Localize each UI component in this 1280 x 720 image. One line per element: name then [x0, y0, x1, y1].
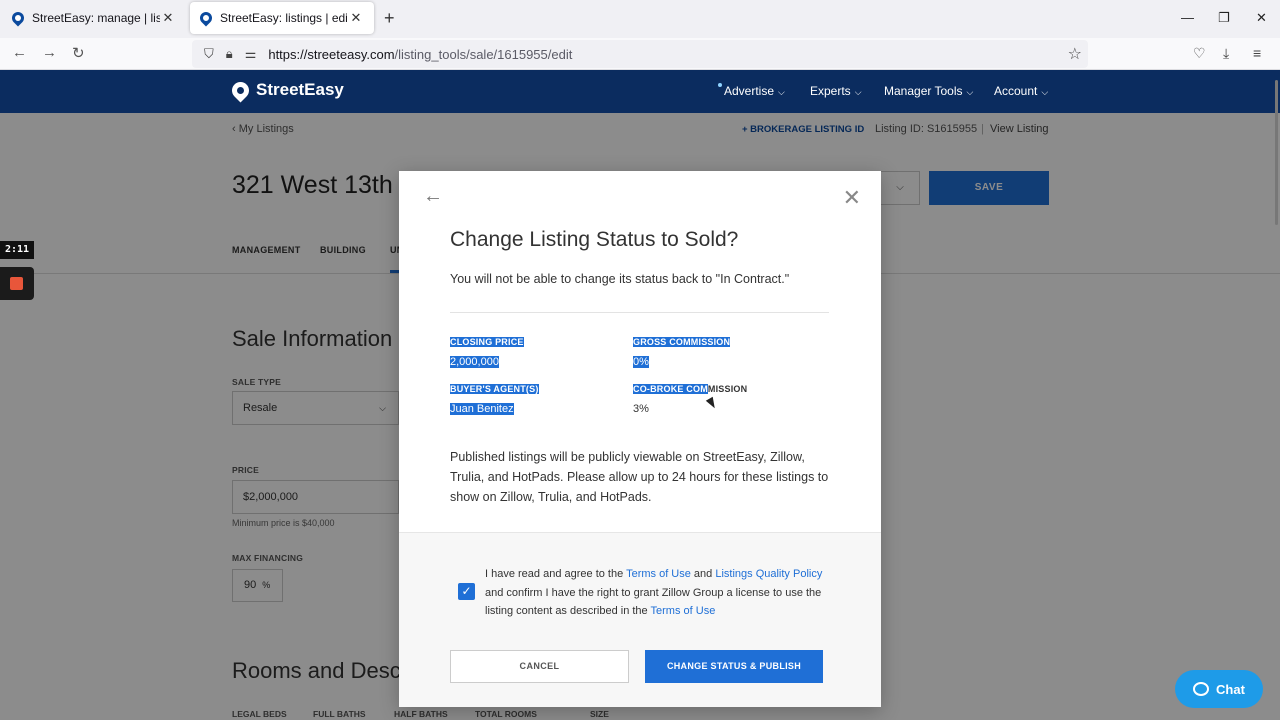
browser-tab-manage-listings[interactable]: StreetEasy: manage | listings ✕ [2, 2, 186, 34]
close-window-icon[interactable]: ✕ [1256, 10, 1267, 26]
permissions-icon[interactable]: ⚌ [245, 46, 257, 62]
mouse-cursor-icon [705, 396, 719, 411]
chat-bubble-icon [1193, 682, 1210, 696]
nav-label: Account [994, 84, 1038, 98]
checkmark-icon: ✓ [461, 584, 472, 598]
reload-icon[interactable]: ↻ [72, 44, 85, 62]
streeteasy-logo[interactable]: StreetEasy [228, 77, 344, 103]
streeteasy-favicon-icon [9, 9, 27, 27]
url-bar[interactable]: ⛉ 🔒︎ ⚌ https://streeteasy.com/listing_to… [192, 40, 1088, 68]
back-arrow-icon[interactable]: ← [423, 185, 443, 208]
stop-recording-button[interactable] [0, 267, 34, 300]
terms-of-use-link[interactable]: Terms of Use [626, 568, 691, 580]
gross-commission-label: GROSS COMMISSION [633, 337, 731, 347]
agree-text-part: and [690, 568, 716, 580]
tab-title: StreetEasy: manage | listings [32, 11, 160, 25]
browser-tab-bar: StreetEasy: manage | listings ✕ StreetEa… [0, 0, 1280, 38]
cancel-button[interactable]: CANCEL [450, 650, 629, 683]
change-status-modal: ← ✕ Change Listing Status to Sold? You w… [399, 171, 881, 707]
streeteasy-favicon-icon [197, 9, 215, 27]
modal-title: Change Listing Status to Sold? [450, 228, 739, 251]
shield-icon[interactable]: ⛉ [204, 46, 214, 62]
downloads-icon[interactable]: ⤓ [1223, 45, 1229, 62]
label-part-highlighted: CO-BROKE COM [633, 384, 708, 394]
buyers-agent-value: Juan Benitez [450, 403, 514, 415]
menu-icon[interactable]: ≡ [1253, 45, 1261, 61]
closing-price-value: 2,000,000 [450, 356, 499, 368]
closing-price-label: CLOSING PRICE [450, 337, 524, 347]
nav-label: Experts [810, 84, 851, 98]
nav-manager-tools[interactable]: Manager Tools ⌵ [884, 84, 973, 98]
chevron-down-icon: ⌵ [1041, 87, 1049, 97]
new-tab-icon[interactable]: + [384, 8, 395, 29]
browser-nav-bar: ← → ↻ ⛉ 🔒︎ ⚌ https://streeteasy.com/list… [0, 38, 1280, 70]
nav-experts[interactable]: Experts ⌵ [810, 84, 862, 98]
lock-icon[interactable]: 🔒︎ [226, 46, 233, 62]
site-header: StreetEasy Advertise ⌵ Experts ⌵ Manager T… [0, 70, 1280, 113]
nav-label: Manager Tools [884, 84, 963, 98]
nav-label: Advertise [724, 84, 775, 98]
restore-icon[interactable]: ❐ [1218, 10, 1230, 26]
modal-subtitle: You will not be able to change its statu… [450, 272, 790, 286]
chevron-down-icon: ⌵ [854, 87, 862, 97]
nav-advertise[interactable]: Advertise ⌵ [724, 84, 785, 98]
pocket-icon[interactable]: ♡ [1193, 45, 1206, 62]
close-icon[interactable]: ✕ [843, 185, 861, 211]
label-part: MISSION [707, 384, 748, 394]
notification-dot [718, 83, 722, 87]
stop-icon [10, 277, 23, 290]
change-status-publish-button[interactable]: CHANGE STATUS & PUBLISH [645, 650, 823, 683]
modal-divider [450, 312, 829, 313]
agree-checkbox[interactable]: ✓ [458, 583, 475, 600]
agree-text: I have read and agree to the Terms of Us… [485, 565, 830, 621]
forward-icon[interactable]: → [42, 44, 57, 61]
page-scrollbar[interactable] [1275, 80, 1278, 225]
logo-pin-icon [228, 77, 253, 103]
co-broke-commission-label: CO-BROKE COMMISSION [633, 384, 747, 394]
recording-timer: 2:11 [0, 241, 34, 259]
co-broke-commission-value: 3% [633, 403, 649, 415]
minimize-icon[interactable]: — [1181, 10, 1194, 25]
close-tab-icon[interactable]: ✕ [348, 10, 364, 26]
close-tab-icon[interactable]: ✕ [160, 10, 176, 26]
chevron-down-icon: ⌵ [966, 87, 974, 97]
nav-account[interactable]: Account ⌵ [994, 84, 1048, 98]
url-path: /listing_tools/sale/1615955/edit [394, 46, 573, 62]
terms-of-use-link-2[interactable]: Terms of Use [651, 605, 716, 617]
agree-text-part: I have read and agree to the [485, 568, 627, 580]
listings-quality-policy-link[interactable]: Listings Quality Policy [715, 568, 822, 580]
bookmark-star-icon[interactable]: ☆ [1068, 44, 1082, 64]
back-icon[interactable]: ← [12, 44, 27, 61]
chat-label: Chat [1216, 681, 1245, 697]
publish-notice: Published listings will be publicly view… [450, 450, 829, 504]
url-host: https://streeteasy.com [268, 46, 395, 62]
tab-title: StreetEasy: listings | edit [220, 11, 348, 25]
browser-tab-edit-listing[interactable]: StreetEasy: listings | edit ✕ [190, 2, 374, 34]
chat-button[interactable]: Chat [1175, 670, 1263, 708]
gross-commission-value: 0% [633, 356, 649, 368]
logo-text: StreetEasy [256, 80, 344, 99]
url-text[interactable]: https://streeteasy.com/listing_tools/sal… [268, 47, 572, 62]
chevron-down-icon: ⌵ [778, 87, 785, 97]
buyers-agent-label: BUYER'S AGENT(S) [450, 384, 539, 394]
